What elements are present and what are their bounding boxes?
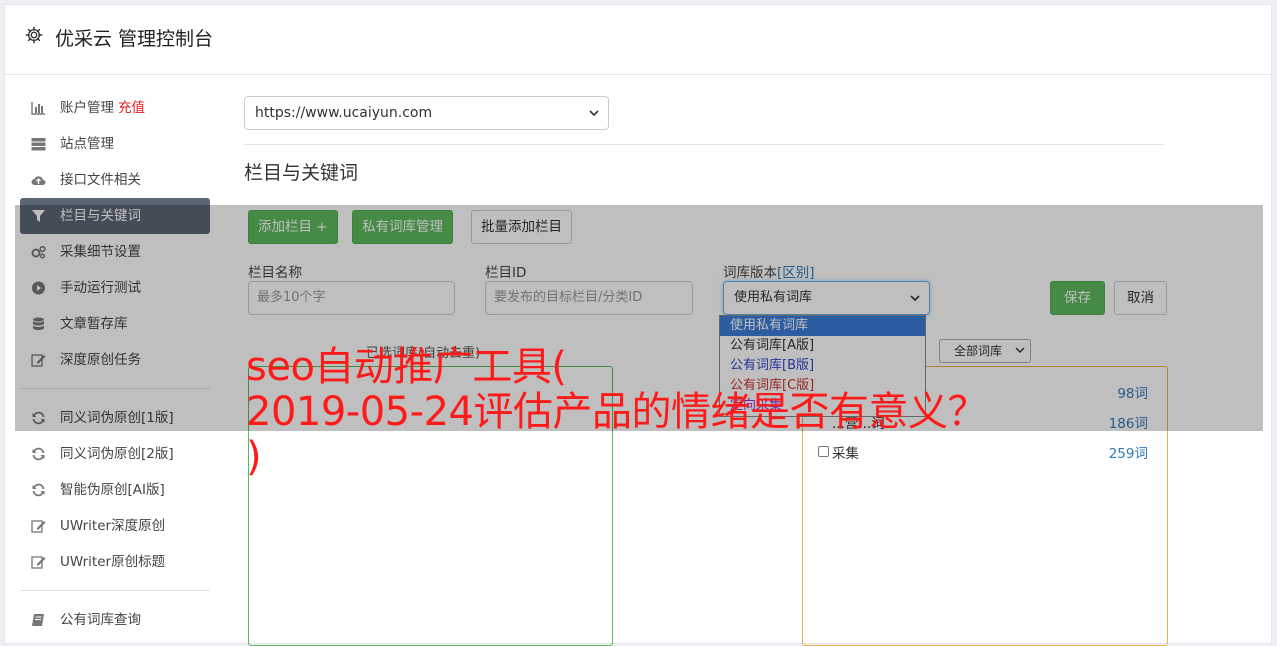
divider [244,144,1164,145]
sidebar-item-label: UWriter深度原创 [60,518,166,534]
sidebar-item-label: 采集细节设置 [60,244,141,260]
save-button[interactable]: 保存 [1050,281,1105,315]
lib-version-value: 使用私有词库 [734,290,813,305]
server-icon [31,138,46,151]
lib-count: 186词 [1108,416,1148,432]
dropdown-option[interactable]: 使用私有词库 [720,316,925,336]
recharge-link[interactable]: 充值 [118,100,145,116]
batch-add-button[interactable]: 批量添加栏目 [471,210,572,244]
overlay-headline-text: seo自动推广工具( 2019-05-24评估产品的情绪是否有意义？ ) [246,344,987,480]
sidebar-item-sites[interactable]: 站点管理 [20,126,210,162]
sidebar-item-article-store[interactable]: 文章暂存库 [20,306,210,342]
sidebar-item-label: 深度原创任务 [60,352,141,368]
edit-icon [31,556,46,569]
sidebar-item-label: 栏目与关键词 [60,208,141,224]
sidebar-divider [20,590,210,591]
cancel-button[interactable]: 取消 [1114,281,1167,315]
sidebar-item-label: 接口文件相关 [60,172,141,188]
sidebar-item-interface[interactable]: 接口文件相关 [20,162,210,198]
refresh-icon [32,483,45,497]
sidebar-item-label: 公有词库查询 [60,612,141,628]
lib-version-select[interactable]: 使用私有词库 [723,281,930,315]
edit-icon [31,520,46,533]
lib-count: 98词 [1117,386,1148,402]
lib-version-label: 词库版本[区别] [723,261,815,281]
sidebar-item-collect-settings[interactable]: 采集细节设置 [20,234,210,270]
gears-icon [31,245,46,259]
filter-icon [32,210,45,222]
column-name-input[interactable]: 最多10个字 [248,281,455,315]
private-lib-button[interactable]: 私有词库管理 [352,210,453,244]
sidebar-item-uwriter-deep[interactable]: UWriter深度原创 [20,508,210,544]
sidebar-item-synonym-v2[interactable]: 同义词伪原创[2版] [20,436,210,472]
sidebar-item-label: 智能伪原创[AI版] [60,482,165,498]
site-select-value: https://www.ucaiyun.com [255,105,433,121]
sidebar-item-synonym-v1[interactable]: 同义词伪原创[1版] [20,400,210,436]
page-title: 优采云 管理控制台 [55,28,214,50]
sidebar-item-label: 账户管理 [60,100,114,116]
sidebar-item-label: 同义词伪原创[1版] [60,410,174,426]
edit-icon [31,354,46,367]
lib-version-label-text: 词库版本 [723,265,777,281]
sidebar-item-ai-rewrite[interactable]: 智能伪原创[AI版] [20,472,210,508]
sidebar-item-public-lib[interactable]: 公有词库查询 [20,602,210,638]
section-title: 栏目与关键词 [244,162,359,184]
lib-diff-link[interactable]: [区别] [777,265,815,281]
column-id-input[interactable]: 要发布的目标栏目/分类ID [485,281,693,315]
sidebar-item-label: 文章暂存库 [60,316,128,332]
page-header: 优采云 管理控制台 [5,5,1271,75]
gear-icon [25,26,43,44]
sidebar-divider [20,388,210,389]
add-column-button[interactable]: 添加栏目 + [248,210,338,244]
bar-chart-icon [31,102,45,115]
sidebar-item-label: UWriter原创标题 [60,554,166,570]
refresh-icon [32,411,45,425]
column-name-label: 栏目名称 [248,265,302,281]
sidebar-item-label: 手动运行测试 [60,280,141,296]
overlay-headline: seo自动推广工具( 2019-05-24评估产品的情绪是否有意义？ ) [246,345,1046,480]
database-icon [33,317,44,330]
site-select[interactable]: https://www.ucaiyun.com [244,96,609,130]
refresh-icon [32,447,45,461]
chevron-down-icon [589,110,599,117]
cloud-upload-icon [31,176,46,185]
sidebar-item-account[interactable]: 账户管理 充值 [20,90,210,126]
book-icon [32,614,44,626]
sidebar-item-uwriter-title[interactable]: UWriter原创标题 [20,544,210,580]
lib-count: 259词 [1108,446,1148,462]
sidebar-item-deep-original[interactable]: 深度原创任务 [20,342,210,378]
sidebar: 账户管理 充值 站点管理 接口文件相关 栏目与关键词 采集细节设置 手动运行测试 … [20,90,210,638]
sidebar-item-label: 站点管理 [60,136,114,152]
sidebar-item-manual-run[interactable]: 手动运行测试 [20,270,210,306]
sidebar-item-columns-keywords[interactable]: 栏目与关键词 [20,198,210,234]
play-circle-icon [32,281,45,295]
chevron-down-icon [910,295,920,302]
column-id-label: 栏目ID [485,265,527,281]
sidebar-item-label: 同义词伪原创[2版] [60,446,174,462]
